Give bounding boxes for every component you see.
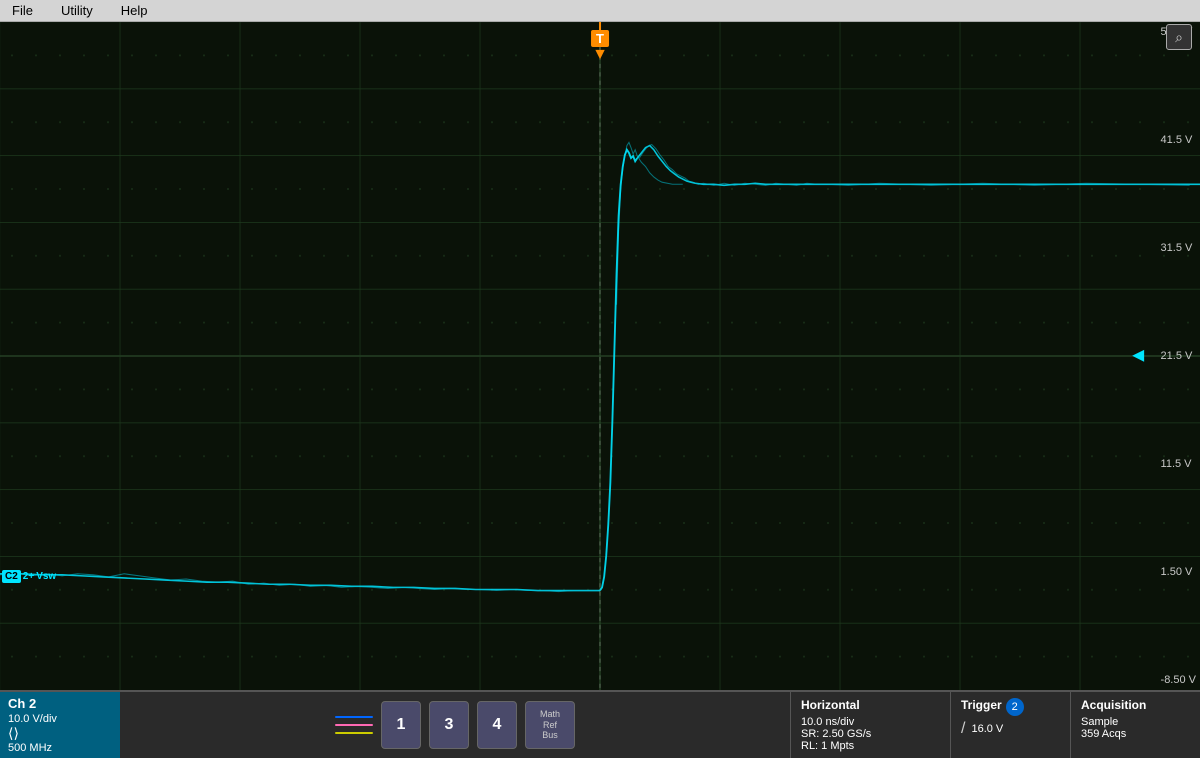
ch4-color-line [335,732,373,734]
ch3-button[interactable]: 3 [429,701,469,749]
scope-display: ◄ C2 2+ Vsw 51.5 V 41.5 V 31.5 V 21.5 V … [0,22,1200,690]
ch2-label: C2 2+ Vsw [2,570,56,583]
horizontal-rl: RL: 1 Mpts [801,740,940,752]
ch1-color-line [335,716,373,718]
ch2-vdiv: 10.0 V/div [8,713,112,725]
trigger-voltage-value: 16.0 V [971,723,1003,735]
horizontal-nsdiv: 10.0 ns/div [801,716,940,728]
trigger-channel-num: 2 [1006,698,1024,716]
ch3-color-line [335,724,373,726]
trigger-slope-icon: / [961,720,965,738]
trigger-title: Trigger [961,698,1002,712]
ch2-info-panel: Ch 2 10.0 V/div ⟨⟩ 500 MHz [0,692,120,758]
acquisition-acqs: 359 Acqs [1081,728,1190,740]
horizontal-panel: Horizontal 10.0 ns/div SR: 2.50 GS/s RL:… [790,692,950,758]
menu-help[interactable]: Help [117,1,152,20]
trigger-panel: Trigger 2 / 16.0 V [950,692,1070,758]
waveform-svg [0,22,1200,690]
acquisition-mode: Sample [1081,716,1190,728]
acquisition-title: Acquisition [1081,698,1190,712]
trigger-top-marker: T ▼ [591,22,609,63]
voltage-labels: 51.5 V 41.5 V 31.5 V 21.5 V 11.5 V 1.50 … [1159,22,1198,690]
channel-buttons-area: 1 3 4 Math Ref Bus [120,692,790,758]
ch4-button[interactable]: 4 [477,701,517,749]
menubar: File Utility Help T ▼ ⌕ [0,0,1200,22]
ground-level-arrow: ◄ [1128,345,1148,368]
horizontal-sr: SR: 2.50 GS/s [801,728,940,740]
menu-file[interactable]: File [8,1,37,20]
horizontal-title: Horizontal [801,698,940,712]
math-ref-bus-button[interactable]: Math Ref Bus [525,701,575,749]
ch2-panel-title: Ch 2 [8,696,112,711]
channel-color-lines [335,716,373,734]
magnify-icon[interactable]: ⌕ [1166,24,1192,50]
ch2-bandwidth: 500 MHz [8,742,112,754]
bottom-bar: Ch 2 10.0 V/div ⟨⟩ 500 MHz 1 3 4 Math Re… [0,690,1200,758]
scope-display-area: ◄ C2 2+ Vsw 51.5 V 41.5 V 31.5 V 21.5 V … [0,22,1200,690]
acquisition-panel: Acquisition Sample 359 Acqs [1070,692,1200,758]
ch1-button[interactable]: 1 [381,701,421,749]
menu-utility[interactable]: Utility [57,1,97,20]
